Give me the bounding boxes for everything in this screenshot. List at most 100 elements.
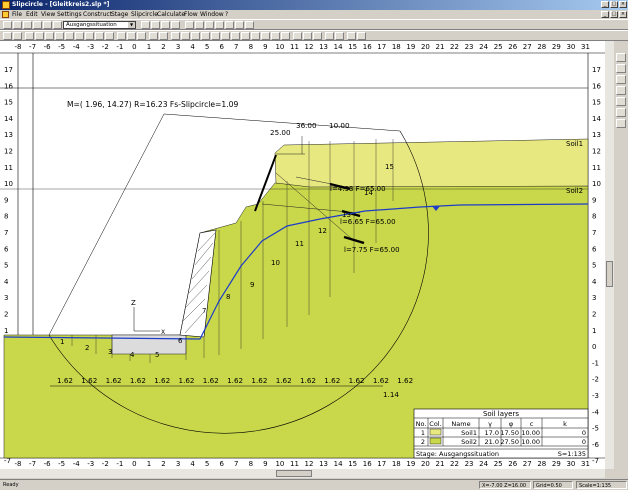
menu-window[interactable]: Window (200, 11, 224, 18)
measure-icon[interactable] (105, 32, 114, 40)
slice-width-label: 1.62 (373, 376, 389, 385)
boundary-icon[interactable] (171, 32, 180, 40)
x-tick-label-bottom: 29 (552, 460, 561, 468)
wall-icon[interactable] (181, 32, 190, 40)
export-icon[interactable] (225, 21, 234, 29)
slope-drawing[interactable]: -8 -7 -6 -5 -4 -3 -2 -1 0 1 2 3 4 5 6 7 8 9 10 11 12 13 14 15 16… (0, 41, 605, 469)
stage-delete-icon[interactable] (171, 21, 180, 29)
slipcircle-icon[interactable] (347, 32, 356, 40)
stage-select[interactable]: Ausgangssituation ▼ (63, 21, 136, 29)
x-tick-label-top: 18 (392, 43, 401, 51)
zoom-previous-icon[interactable] (85, 32, 94, 40)
nail-icon[interactable] (201, 32, 210, 40)
y-tick-label-right: 0 (592, 343, 596, 351)
close-button[interactable]: × (619, 1, 627, 8)
seepage-icon[interactable] (261, 32, 270, 40)
maximize-button[interactable]: □ (610, 1, 618, 8)
side-tool-2-icon[interactable] (616, 64, 626, 73)
x-tick-label-bottom: 23 (465, 460, 474, 468)
side-tool-6-icon[interactable] (616, 108, 626, 117)
zoom-in-icon[interactable] (55, 32, 64, 40)
split-icon[interactable] (313, 32, 322, 40)
point-load-icon[interactable] (241, 32, 250, 40)
calculate-icon[interactable] (185, 21, 194, 29)
vertical-scroll-thumb[interactable] (606, 261, 613, 287)
chevron-down-icon[interactable]: ▼ (128, 22, 135, 28)
x-tick-label-bottom: 31 (581, 460, 590, 468)
side-tool-5-icon[interactable] (616, 97, 626, 106)
slice-label: 2 (85, 344, 89, 352)
menu-construct[interactable]: Construct (83, 11, 112, 18)
options-icon[interactable] (53, 21, 62, 29)
side-tool-4-icon[interactable] (616, 86, 626, 95)
geotextile-icon[interactable] (211, 32, 220, 40)
print-preview-icon[interactable] (43, 21, 52, 29)
grid-icon[interactable] (137, 32, 146, 40)
zoom-out-icon[interactable] (65, 32, 74, 40)
horizontal-scrollbar[interactable] (0, 469, 605, 478)
zoom-all-icon[interactable] (75, 32, 84, 40)
pressure-icon[interactable] (271, 32, 280, 40)
results-icon[interactable] (215, 21, 224, 29)
soil-icon[interactable] (159, 32, 168, 40)
new-icon[interactable] (3, 21, 12, 29)
menu-settings[interactable]: Settings (57, 11, 82, 18)
stage-add-icon[interactable] (161, 21, 170, 29)
x-tick-label-bottom: 14 (334, 460, 343, 468)
menu-file[interactable]: File (12, 11, 22, 18)
stage-first-icon[interactable] (141, 21, 150, 29)
table-icon[interactable] (205, 21, 214, 29)
menu-help[interactable]: ? (225, 11, 228, 18)
refresh-icon[interactable] (95, 32, 104, 40)
pore-icon[interactable] (281, 32, 290, 40)
soil-layers-table[interactable]: Soil layers No. Col. Name γ φ c k 1 Soil1 17.0 17.5… (413, 408, 589, 459)
horizontal-scroll-thumb[interactable] (276, 470, 312, 477)
hatch-icon[interactable] (325, 32, 334, 40)
table-cell-gamma: 17.0 (485, 429, 499, 437)
load-icon[interactable] (231, 32, 240, 40)
text-a-icon[interactable] (357, 32, 366, 40)
print-icon[interactable] (33, 21, 42, 29)
menu-flow[interactable]: Flow (184, 11, 198, 18)
vertical-scrollbar[interactable] (605, 41, 614, 469)
help-pointer-icon[interactable] (117, 32, 126, 40)
doc-minimize-button[interactable]: _ (601, 11, 609, 18)
menu-slipcircle[interactable]: Slipcircle (131, 11, 158, 18)
minimize-button[interactable]: _ (601, 1, 609, 8)
doc-restore-button[interactable]: □ (610, 11, 618, 18)
window-icon[interactable] (235, 21, 244, 29)
open-icon[interactable] (13, 21, 22, 29)
zoom-window-icon[interactable] (45, 32, 54, 40)
save-icon[interactable] (23, 21, 32, 29)
x-tick-label-top: -8 (15, 43, 22, 51)
line-icon[interactable] (13, 32, 22, 40)
menu-view[interactable]: View (41, 11, 55, 18)
pencil-icon[interactable] (3, 32, 12, 40)
dimension-icon[interactable] (293, 32, 302, 40)
align-icon[interactable] (303, 32, 312, 40)
side-tool-3-icon[interactable] (616, 75, 626, 84)
pile-icon[interactable] (221, 32, 230, 40)
doc-close-button[interactable]: × (619, 11, 627, 18)
pointer-icon[interactable] (25, 32, 34, 40)
y-tick-label-right: -5 (592, 425, 599, 433)
drawing-canvas[interactable]: -8 -7 -6 -5 -4 -3 -2 -1 0 1 2 3 4 5 6 7 8 9 10 11 12 13 14 15 16… (0, 41, 605, 469)
menu-calculate[interactable]: Calculate (157, 11, 185, 18)
right-toolbar (614, 41, 628, 469)
snap-icon[interactable] (127, 32, 136, 40)
anchor-icon[interactable] (191, 32, 200, 40)
slice-icon[interactable] (335, 32, 344, 40)
side-tool-1-icon[interactable] (616, 53, 626, 62)
menu-stage[interactable]: Stage (111, 11, 128, 18)
soil1-region[interactable] (274, 138, 589, 188)
layer-icon[interactable] (149, 32, 158, 40)
report-icon[interactable] (195, 21, 204, 29)
side-tool-7-icon[interactable] (616, 119, 626, 128)
help-icon[interactable] (245, 21, 254, 29)
menu-edit[interactable]: Edit (26, 11, 38, 18)
table-header: φ (509, 420, 513, 428)
water-icon[interactable] (251, 32, 260, 40)
pan-icon[interactable] (35, 32, 44, 40)
stage-next-icon[interactable] (151, 21, 160, 29)
y-tick-label-left: 9 (4, 196, 8, 204)
